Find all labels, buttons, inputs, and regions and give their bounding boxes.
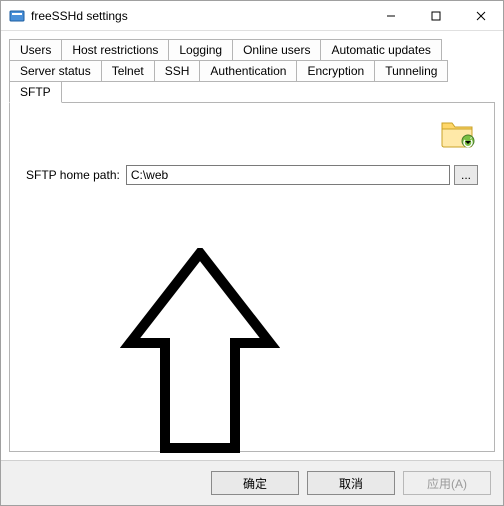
tab-authentication[interactable]: Authentication	[199, 60, 297, 82]
sftp-home-path-row: SFTP home path: ...	[26, 165, 478, 185]
tab-tunneling[interactable]: Tunneling	[374, 60, 448, 82]
sftp-home-path-input[interactable]	[126, 165, 450, 185]
tab-online-users[interactable]: Online users	[232, 39, 321, 61]
tab-encryption[interactable]: Encryption	[296, 60, 375, 82]
window-title: freeSSHd settings	[31, 9, 368, 23]
content-area: Users Host restrictions Logging Online u…	[1, 31, 503, 460]
browse-button[interactable]: ...	[454, 165, 478, 185]
ok-button[interactable]: 确定	[211, 471, 299, 495]
tab-automatic-updates[interactable]: Automatic updates	[320, 39, 441, 61]
tab-host-restrictions[interactable]: Host restrictions	[61, 39, 169, 61]
cancel-button[interactable]: 取消	[307, 471, 395, 495]
tab-users[interactable]: Users	[9, 39, 62, 61]
settings-window: freeSSHd settings Users Host restriction…	[0, 0, 504, 506]
up-arrow-annotation-icon	[120, 248, 280, 461]
dialog-button-row: 确定 取消 应用(A)	[1, 460, 503, 505]
tab-server-status[interactable]: Server status	[9, 60, 102, 82]
folder-icon	[440, 117, 476, 152]
tab-telnet[interactable]: Telnet	[101, 60, 155, 82]
tab-row-2: Server status Telnet SSH Authentication …	[9, 60, 495, 102]
close-button[interactable]	[458, 1, 503, 30]
minimize-button[interactable]	[368, 1, 413, 30]
sftp-home-path-label: SFTP home path:	[26, 168, 120, 182]
apply-button[interactable]: 应用(A)	[403, 471, 491, 495]
sftp-panel: SFTP home path: ...	[9, 102, 495, 452]
app-icon	[9, 8, 25, 24]
tab-sftp[interactable]: SFTP	[9, 81, 62, 103]
titlebar: freeSSHd settings	[1, 1, 503, 31]
maximize-button[interactable]	[413, 1, 458, 30]
tab-row-1: Users Host restrictions Logging Online u…	[9, 39, 495, 60]
tab-ssh[interactable]: SSH	[154, 60, 201, 82]
tab-logging[interactable]: Logging	[168, 39, 233, 61]
